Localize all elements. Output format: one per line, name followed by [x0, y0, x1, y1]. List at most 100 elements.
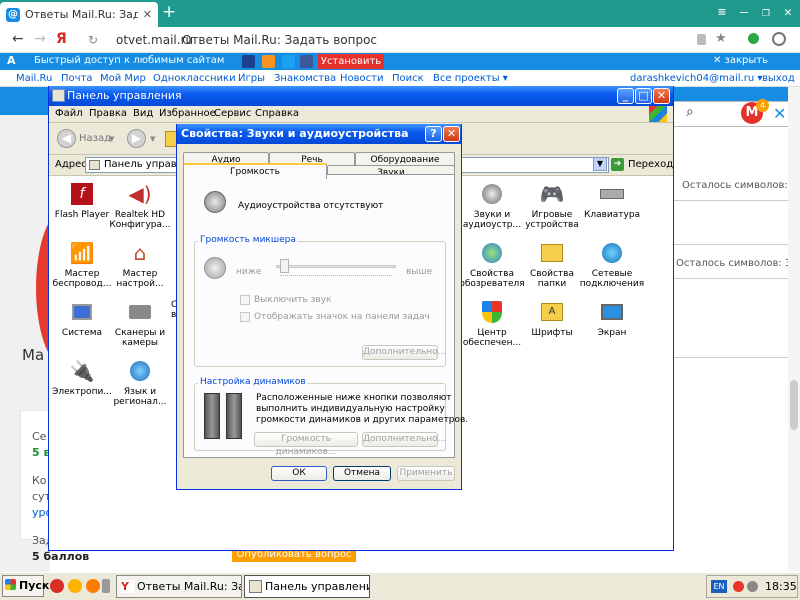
dialog-titlebar[interactable]: Свойства: Звуки и аудиоустройства: [177, 124, 461, 144]
cp-item-keyboard[interactable]: Клавиатура: [579, 181, 645, 220]
cancel-button[interactable]: Отмена: [333, 466, 391, 481]
back-label[interactable]: Назад: [79, 133, 111, 144]
cp-item-security-center[interactable]: Центр обеспечен...: [459, 299, 525, 348]
antivirus-tray-icon[interactable]: [733, 581, 744, 592]
question-text-input[interactable]: [672, 278, 800, 358]
window-close-icon[interactable]: ✕: [653, 88, 670, 104]
quicklaunch-more-icon[interactable]: [102, 579, 110, 593]
profile-icon[interactable]: [772, 32, 786, 46]
page-scrollbar[interactable]: [788, 87, 800, 572]
cp-item-wireless-wizard[interactable]: 📶 Мастер беспровод...: [49, 240, 115, 289]
speaker-advanced-button[interactable]: Дополнительно...: [362, 432, 446, 447]
menu-edit[interactable]: Правка: [89, 108, 127, 119]
apply-button[interactable]: Применить: [397, 466, 455, 481]
close-icon[interactable]: ✕: [773, 104, 786, 123]
search-icon[interactable]: ⌕: [686, 104, 694, 120]
speaker-volume-button[interactable]: Громкость динамиков...: [254, 432, 358, 457]
cp-item-network-wizard[interactable]: ⌂ Мастер настрой...: [107, 240, 173, 289]
cp-item-network-connections[interactable]: Сетевые подключения: [579, 240, 645, 289]
user-quicklaunch-icon[interactable]: [68, 579, 82, 593]
cp-item-display[interactable]: Экран: [579, 299, 645, 338]
portal-link-mymir[interactable]: Мой Мир: [100, 73, 146, 84]
cp-item-flash-player[interactable]: f Flash Player: [49, 181, 115, 220]
forward-arrow-icon[interactable]: →: [34, 31, 46, 47]
portal-link-news[interactable]: Новости: [340, 73, 383, 84]
yandex-quicklaunch-icon[interactable]: [50, 579, 64, 593]
language-indicator[interactable]: EN: [711, 580, 727, 593]
portal-link-dating[interactable]: Знакомства: [274, 73, 336, 84]
cp-item-fonts[interactable]: A Шрифты: [519, 299, 585, 338]
refresh-icon[interactable]: ↻: [88, 33, 98, 47]
forward-dropdown-icon[interactable]: ▼: [150, 135, 155, 143]
control-panel-titlebar[interactable]: Панель управления: [49, 86, 673, 106]
bookmarks-label[interactable]: Быстрый доступ к любимым сайтам: [34, 55, 224, 66]
vk-icon[interactable]: [242, 55, 255, 68]
window-close-icon[interactable]: ✕: [784, 5, 792, 20]
cp-item-system[interactable]: Система: [49, 299, 115, 338]
show-tray-checkbox[interactable]: [240, 312, 250, 322]
cp-item-game-controllers[interactable]: 🎮 Игровые устройства: [519, 181, 585, 230]
volume-slider-track[interactable]: [276, 265, 396, 268]
mute-checkbox[interactable]: [240, 295, 250, 305]
minimize-icon[interactable]: –: [740, 5, 748, 20]
taskbar-browser-button[interactable]: Y Ответы Mail.Ru: Зада...: [116, 575, 242, 598]
portal-link-search[interactable]: Поиск: [392, 73, 424, 84]
download-icon[interactable]: [748, 33, 759, 44]
yandex-logo-icon[interactable]: Я: [56, 31, 67, 47]
cp-item-language[interactable]: Язык и регионал...: [107, 358, 173, 407]
cp-item-internet-options[interactable]: Свойства обозревателя: [459, 240, 525, 289]
page-scrollbar-thumb[interactable]: [790, 380, 798, 430]
cp-item-scanners[interactable]: Сканеры и камеры: [107, 299, 173, 348]
portal-link-ok[interactable]: Одноклассники: [153, 73, 236, 84]
lock-icon[interactable]: [697, 34, 706, 45]
odnoklassniki-icon[interactable]: [262, 55, 275, 68]
cp-item-realtek[interactable]: ◀) Realtek HD Конфигура...: [107, 181, 173, 230]
tab-volume[interactable]: Громкость: [183, 163, 327, 179]
back-dropdown-icon[interactable]: ▼: [109, 135, 114, 143]
menu-help[interactable]: Справка: [255, 108, 299, 119]
install-button[interactable]: Установить: [318, 54, 384, 69]
cp-item-folder-options[interactable]: Свойства папки: [519, 240, 585, 289]
browser-menu-icon[interactable]: ≡: [718, 5, 726, 20]
url-page-title[interactable]: Ответы Mail.Ru: Задать вопрос: [182, 33, 377, 47]
minimize-icon[interactable]: _: [617, 88, 634, 104]
ok-button[interactable]: ОК: [271, 466, 327, 481]
maximize-icon[interactable]: □: [635, 88, 652, 104]
portal-link-games[interactable]: Игры: [238, 73, 265, 84]
back-arrow-icon[interactable]: ◀: [57, 129, 76, 148]
portal-link-all[interactable]: Все проекты ▾: [433, 73, 508, 84]
browser-tab[interactable]: @ Ответы Mail.Ru: Задать ✕: [0, 2, 158, 27]
firefox-quicklaunch-icon[interactable]: [86, 579, 100, 593]
restore-icon[interactable]: ❐: [762, 5, 770, 20]
tab-close-icon[interactable]: ✕: [143, 8, 152, 21]
question-title-input[interactable]: [672, 200, 800, 245]
twitter-icon[interactable]: [282, 55, 295, 68]
facebook-icon[interactable]: [300, 55, 313, 68]
mixer-advanced-button[interactable]: Дополнительно...: [362, 345, 446, 360]
cp-item-sounds[interactable]: Звуки и аудиоустр...: [459, 181, 525, 230]
portal-logout[interactable]: выход: [762, 73, 795, 84]
start-label: Пуск: [19, 579, 50, 592]
address-dropdown-icon[interactable]: ▼: [593, 157, 607, 171]
forward-arrow-icon[interactable]: ▶: [127, 129, 146, 148]
star-icon[interactable]: ★: [715, 31, 727, 46]
taskbar-control-panel-button[interactable]: Панель управления: [244, 575, 370, 598]
portal-link-mail[interactable]: Почта: [61, 73, 93, 84]
volume-slider-thumb[interactable]: [280, 259, 289, 273]
dialog-close-icon[interactable]: ✕: [443, 126, 460, 142]
go-arrow-icon[interactable]: ➔: [611, 158, 624, 171]
menu-file[interactable]: Файл: [55, 108, 83, 119]
menu-favorites[interactable]: Избранное: [159, 108, 216, 119]
new-tab-button[interactable]: +: [162, 4, 176, 21]
go-button[interactable]: Переход: [628, 159, 673, 170]
volume-slider-ticks: [280, 275, 392, 279]
menu-view[interactable]: Вид: [133, 108, 153, 119]
back-arrow-icon[interactable]: ←: [12, 31, 24, 47]
volume-tray-icon[interactable]: [747, 581, 758, 592]
bookmarks-close-button[interactable]: ✕ закрыть: [713, 55, 768, 66]
portal-link-mailru[interactable]: Mail.Ru: [16, 73, 52, 84]
menu-tools[interactable]: Сервис: [214, 108, 251, 119]
help-icon[interactable]: ?: [425, 126, 442, 142]
cp-item-power[interactable]: 🔌 Электропи...: [49, 358, 115, 397]
portal-user[interactable]: darashkevich04@mail.ru ▾: [630, 73, 762, 84]
